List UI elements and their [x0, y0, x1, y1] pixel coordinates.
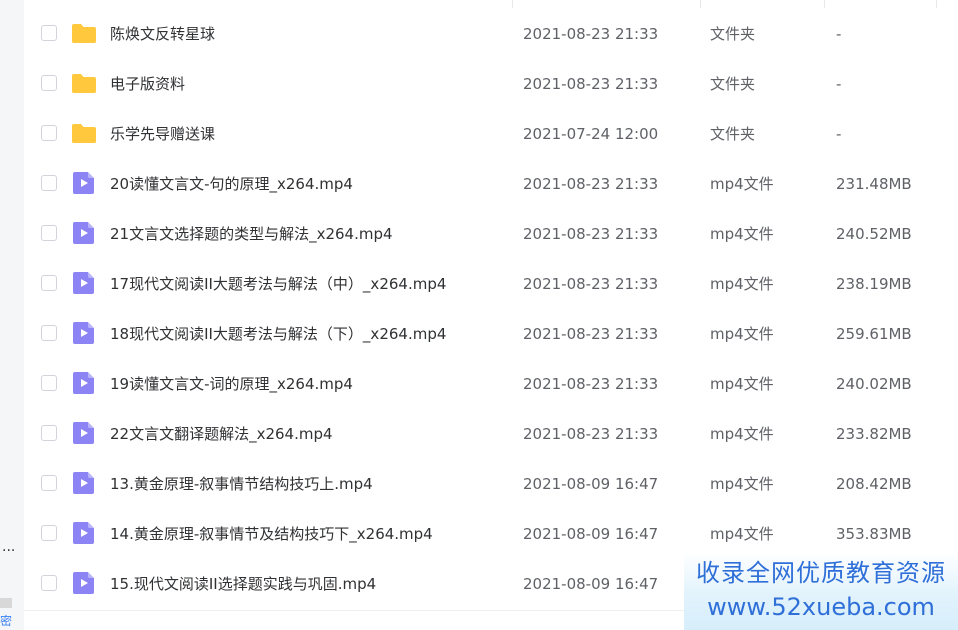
folder-icon [71, 121, 97, 145]
row-checkbox[interactable] [41, 325, 57, 341]
file-type: mp4文件 [710, 375, 774, 393]
file-modified-date: 2021-08-23 21:33 [523, 325, 659, 343]
file-size: - [836, 125, 842, 143]
file-type: mp4文件 [710, 225, 774, 243]
file-row[interactable]: 乐学先导赠送课 2021-07-24 12:00 文件夹 - [24, 109, 958, 159]
row-checkbox[interactable] [41, 525, 57, 541]
file-modified-date: 2021-08-23 21:33 [523, 375, 659, 393]
file-type: mp4文件 [710, 275, 774, 293]
file-name[interactable]: 乐学先导赠送课 [110, 109, 215, 159]
sidebar-block [0, 598, 12, 608]
file-name[interactable]: 18现代文阅读II大题考法与解法（下）_x264.mp4 [110, 309, 446, 359]
row-checkbox[interactable] [41, 75, 57, 91]
row-checkbox[interactable] [41, 425, 57, 441]
file-modified-date: 2021-08-23 21:33 [523, 75, 659, 93]
sidebar-ellipsis: ... [2, 539, 16, 555]
video-file-icon [71, 371, 97, 395]
file-name[interactable]: 19读懂文言文-词的原理_x264.mp4 [110, 359, 353, 409]
file-type: 文件夹 [710, 75, 756, 93]
row-checkbox[interactable] [41, 175, 57, 191]
file-type: mp4文件 [710, 425, 774, 443]
video-file-icon [71, 471, 97, 495]
file-row[interactable]: 21文言文选择题的类型与解法_x264.mp4 2021-08-23 21:33 m… [24, 209, 958, 259]
file-name[interactable]: 陈焕文反转星球 [110, 9, 215, 59]
file-type: 文件夹 [710, 125, 756, 143]
file-modified-date: 2021-08-23 21:33 [523, 225, 659, 243]
file-size: 240.52MB [836, 225, 912, 243]
file-type: mp4文件 [710, 175, 774, 193]
file-row[interactable]: 20读懂文言文-句的原理_x264.mp4 2021-08-23 21:33 mp4… [24, 159, 958, 209]
file-size: 238.19MB [836, 275, 912, 293]
column-divider [824, 0, 825, 8]
file-list: 陈焕文反转星球 2021-08-23 21:33 文件夹 - 电子版资料 2021-08-… [24, 0, 958, 630]
file-row[interactable]: 19读懂文言文-词的原理_x264.mp4 2021-08-23 21:33 mp4… [24, 359, 958, 409]
sidebar-cut-text[interactable]: 密 [0, 614, 12, 628]
watermark-url: www.52xueba.com [707, 593, 935, 621]
file-manager-page: ... 密 陈焕文反转星球 2021-08-23 21:33 文件夹 - 电子版资料 20… [0, 0, 958, 630]
row-checkbox[interactable] [41, 125, 57, 141]
folder-icon [71, 21, 97, 45]
file-row[interactable]: 22文言文翻译题解法_x264.mp4 2021-08-23 21:33 mp4文件… [24, 409, 958, 459]
file-name[interactable]: 17现代文阅读II大题考法与解法（中）_x264.mp4 [110, 259, 446, 309]
row-checkbox[interactable] [41, 25, 57, 41]
file-modified-date: 2021-08-23 21:33 [523, 425, 659, 443]
row-checkbox[interactable] [41, 225, 57, 241]
file-modified-date: 2021-08-23 21:33 [523, 275, 659, 293]
file-size: - [836, 75, 842, 93]
row-checkbox[interactable] [41, 475, 57, 491]
watermark-slogan: 收录全网优质教育资源 [696, 559, 946, 587]
file-name[interactable]: 20读懂文言文-句的原理_x264.mp4 [110, 159, 353, 209]
file-modified-date: 2021-08-09 16:47 [523, 475, 659, 493]
file-type: mp4文件 [710, 325, 774, 343]
video-file-icon [71, 521, 97, 545]
file-modified-date: 2021-08-23 21:33 [523, 25, 659, 43]
column-divider [936, 0, 937, 8]
row-checkbox[interactable] [41, 275, 57, 291]
file-name[interactable]: 电子版资料 [110, 59, 185, 109]
video-file-icon [71, 571, 97, 595]
watermark-banner: 收录全网优质教育资源 www.52xueba.com [684, 552, 958, 630]
file-type: 文件夹 [710, 25, 756, 43]
video-file-icon [71, 171, 97, 195]
row-checkbox[interactable] [41, 575, 57, 591]
file-size: 208.42MB [836, 475, 912, 493]
column-header-dividers [24, 0, 958, 8]
row-checkbox[interactable] [41, 375, 57, 391]
file-size: 259.61MB [836, 325, 912, 343]
file-modified-date: 2021-07-24 12:00 [523, 125, 659, 143]
file-name[interactable]: 14.黄金原理-叙事情节及结构技巧下_x264.mp4 [110, 509, 433, 559]
file-name[interactable]: 15.现代文阅读II选择题实践与巩固.mp4 [110, 559, 376, 609]
file-row[interactable]: 17现代文阅读II大题考法与解法（中）_x264.mp4 2021-08-23 2… [24, 259, 958, 309]
sidebar-edge: ... 密 [0, 0, 24, 630]
file-modified-date: 2021-08-09 16:47 [523, 525, 659, 543]
file-size: 240.02MB [836, 375, 912, 393]
file-modified-date: 2021-08-23 21:33 [523, 175, 659, 193]
column-divider [512, 0, 513, 8]
file-name[interactable]: 21文言文选择题的类型与解法_x264.mp4 [110, 209, 393, 259]
file-modified-date: 2021-08-09 16:47 [523, 575, 659, 593]
file-name[interactable]: 13.黄金原理-叙事情节结构技巧上.mp4 [110, 459, 373, 509]
file-size: - [836, 25, 842, 43]
file-row[interactable]: 13.黄金原理-叙事情节结构技巧上.mp4 2021-08-09 16:47 mp4… [24, 459, 958, 509]
file-type: mp4文件 [710, 475, 774, 493]
file-row[interactable]: 18现代文阅读II大题考法与解法（下）_x264.mp4 2021-08-23 2… [24, 309, 958, 359]
file-size: 231.48MB [836, 175, 912, 193]
column-divider [700, 0, 701, 8]
file-name[interactable]: 22文言文翻译题解法_x264.mp4 [110, 409, 333, 459]
video-file-icon [71, 421, 97, 445]
folder-icon [71, 71, 97, 95]
file-row[interactable]: 陈焕文反转星球 2021-08-23 21:33 文件夹 - [24, 9, 958, 59]
video-file-icon [71, 221, 97, 245]
video-file-icon [71, 321, 97, 345]
file-size: 233.82MB [836, 425, 912, 443]
video-file-icon [71, 271, 97, 295]
file-row[interactable]: 电子版资料 2021-08-23 21:33 文件夹 - [24, 59, 958, 109]
